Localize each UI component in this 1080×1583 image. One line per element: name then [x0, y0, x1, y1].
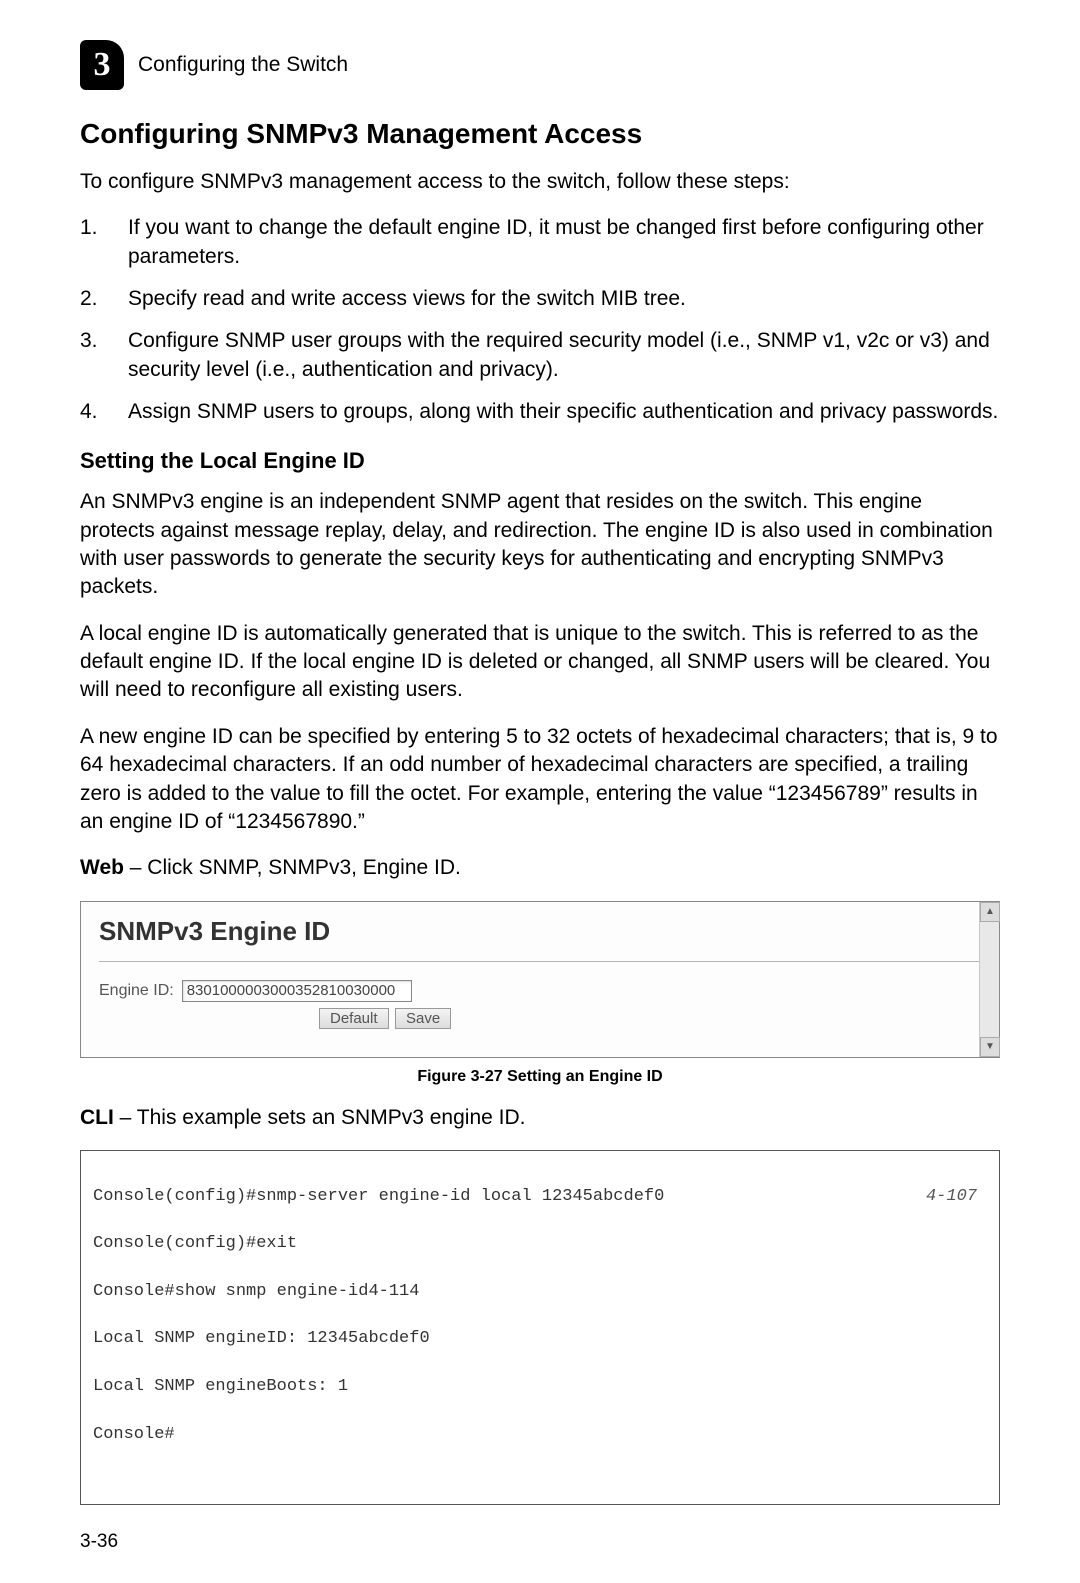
web-text: – Click SNMP, SNMPv3, Engine ID.	[124, 856, 461, 879]
step-item: 3. Configure SNMP user groups with the r…	[80, 327, 1000, 384]
web-instruction: Web – Click SNMP, SNMPv3, Engine ID.	[80, 854, 1000, 882]
panel-divider	[99, 961, 981, 962]
intro-text: To configure SNMPv3 management access to…	[80, 168, 1000, 196]
page-number: 3-36	[80, 1531, 1000, 1553]
step-item: 4. Assign SNMP users to groups, along wi…	[80, 398, 1000, 426]
scroll-down-icon[interactable]: ▼	[980, 1037, 1000, 1057]
engine-id-label: Engine ID:	[99, 982, 174, 1000]
step-text: Configure SNMP user groups with the requ…	[128, 327, 1000, 384]
section-heading: Configuring SNMPv3 Management Access	[80, 118, 1000, 150]
step-number: 4.	[80, 398, 128, 426]
step-item: 1. If you want to change the default eng…	[80, 214, 1000, 271]
cli-instruction: CLI – This example sets an SNMPv3 engine…	[80, 1104, 1000, 1132]
cli-label: CLI	[80, 1106, 114, 1129]
chapter-title: Configuring the Switch	[138, 53, 348, 77]
web-label: Web	[80, 856, 124, 879]
page-header: 3 Configuring the Switch	[80, 40, 1000, 90]
ui-screenshot: ▲ ▼ SNMPv3 Engine ID Engine ID: Default …	[80, 901, 1000, 1058]
scroll-up-icon[interactable]: ▲	[980, 902, 1000, 922]
save-button[interactable]: Save	[395, 1008, 451, 1029]
default-button[interactable]: Default	[319, 1008, 389, 1029]
cli-line-3: Console#show snmp engine-id4-114	[93, 1280, 987, 1304]
cli-text: – This example sets an SNMPv3 engine ID.	[114, 1106, 526, 1129]
panel-title: SNMPv3 Engine ID	[99, 916, 981, 947]
cli-line-1-cmd: Console(config)#snmp-server engine-id lo…	[93, 1185, 664, 1209]
cli-example: Console(config)#snmp-server engine-id lo…	[80, 1150, 1000, 1505]
cli-line-1-ref: 4-107	[926, 1185, 987, 1209]
subheading-engine-id: Setting the Local Engine ID	[80, 448, 1000, 474]
step-number: 2.	[80, 285, 128, 313]
step-text: Assign SNMP users to groups, along with …	[128, 398, 998, 426]
step-item: 2. Specify read and write access views f…	[80, 285, 1000, 313]
scrollbar[interactable]: ▲ ▼	[979, 902, 999, 1057]
step-number: 3.	[80, 327, 128, 384]
cli-line-5: Local SNMP engineBoots: 1	[93, 1375, 987, 1399]
figure-caption: Figure 3-27 Setting an Engine ID	[80, 1068, 1000, 1086]
chapter-badge: 3	[80, 40, 124, 90]
steps-list: 1. If you want to change the default eng…	[80, 214, 1000, 426]
step-text: If you want to change the default engine…	[128, 214, 1000, 271]
paragraph-2: A local engine ID is automatically gener…	[80, 620, 1000, 705]
step-text: Specify read and write access views for …	[128, 285, 686, 313]
cli-line-6: Console#	[93, 1423, 987, 1447]
paragraph-1: An SNMPv3 engine is an independent SNMP …	[80, 488, 1000, 601]
step-number: 1.	[80, 214, 128, 271]
cli-line-2: Console(config)#exit	[93, 1232, 987, 1256]
cli-line-4: Local SNMP engineID: 12345abcdef0	[93, 1327, 987, 1351]
engine-id-input[interactable]	[182, 980, 412, 1002]
paragraph-3: A new engine ID can be specified by ente…	[80, 723, 1000, 836]
